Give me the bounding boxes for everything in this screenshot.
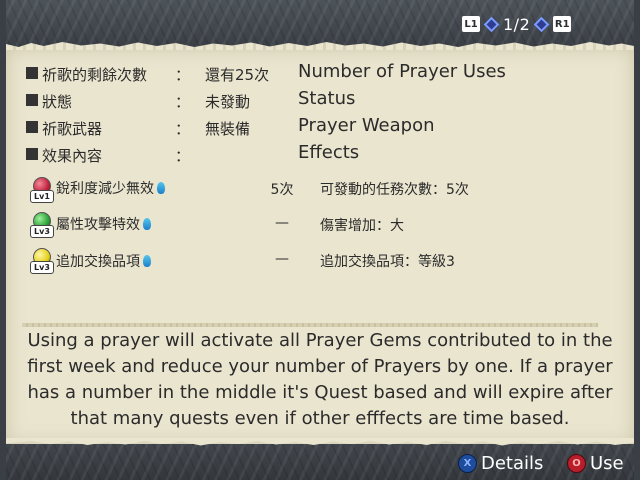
bullet-square-icon — [26, 148, 38, 160]
stone-frame-bottom — [0, 444, 640, 480]
use-label: Use — [590, 452, 624, 474]
gem-level-badge: Lv1 — [30, 190, 54, 203]
gem-value: — — [275, 251, 289, 267]
gem-value: 5次 — [270, 182, 294, 198]
status-label: 狀態 — [42, 93, 73, 111]
gem-name: 銳利度減少無效 — [56, 181, 154, 197]
gem-value: — — [275, 215, 289, 231]
prayer-uses-value: 還有25次 — [205, 66, 270, 84]
prayer-gem-icon-green: Lv3 — [30, 212, 54, 238]
prayer-gem-icon-yellow: Lv3 — [30, 248, 54, 274]
prev-page-icon[interactable] — [483, 16, 500, 32]
prayer-weapon-english: Prayer Weapon — [298, 115, 435, 136]
cross-button-icon: X — [458, 453, 477, 473]
info-row-prayer-weapon — [26, 115, 40, 139]
water-drop-icon — [143, 255, 151, 267]
gem-level-badge: Lv3 — [30, 261, 54, 274]
gem-name: 屬性攻擊特效 — [56, 217, 140, 233]
status-english: Status — [298, 88, 356, 109]
gem-level-badge: Lv3 — [30, 225, 54, 238]
stone-frame-right — [634, 0, 640, 480]
next-page-icon[interactable] — [533, 16, 550, 32]
bullet-square-icon — [26, 67, 38, 79]
effects-label: 效果內容 — [42, 147, 103, 165]
gem-effect: 可發動的任務次數：5次 — [320, 182, 469, 198]
info-row-status — [26, 88, 40, 112]
gem-effect: 追加交換品項：等級3 — [320, 254, 455, 270]
info-row-prayer-uses — [26, 61, 40, 85]
circle-button-icon: O — [567, 453, 586, 473]
gem-row-element-attack[interactable]: 屬性攻擊特效 — [56, 214, 151, 234]
divider — [22, 323, 598, 327]
gem-name: 追加交換品項 — [56, 254, 140, 270]
water-drop-icon — [143, 218, 151, 230]
gem-row-trade-items[interactable]: 追加交換品項 — [56, 251, 151, 271]
prayer-gem-icon-red: Lv1 — [30, 177, 54, 203]
gem-effect: 傷害增加：大 — [320, 218, 404, 234]
bullet-square-icon — [26, 121, 38, 133]
prayer-uses-colon: ： — [175, 66, 191, 84]
status-value: 未發動 — [205, 93, 251, 111]
description-text: Using a prayer will activate all Prayer … — [27, 330, 613, 429]
gem-row-sharpness[interactable]: 銳利度減少無效 — [56, 178, 165, 198]
page-indicator: L1 1/2 R1 — [462, 13, 572, 35]
prayer-weapon-value: 無裝備 — [205, 120, 251, 138]
page-number: 1/2 — [503, 14, 531, 34]
prayer-weapon-label: 祈歌武器 — [42, 120, 103, 138]
info-row-effects — [26, 142, 40, 166]
l1-button-icon[interactable]: L1 — [462, 16, 480, 32]
prayer-uses-english: Number of Prayer Uses — [298, 61, 506, 82]
effects-english: Effects — [298, 142, 360, 163]
prayer-uses-label: 祈歌的剩餘次數 — [42, 66, 148, 84]
bullet-square-icon — [26, 94, 38, 106]
effects-colon: ： — [175, 147, 191, 165]
details-hint[interactable]: X Details — [458, 452, 543, 474]
r1-button-icon[interactable]: R1 — [553, 16, 572, 32]
water-drop-icon — [157, 182, 165, 194]
use-hint[interactable]: O Use — [567, 452, 624, 474]
prayer-weapon-colon: ： — [175, 120, 191, 138]
details-label: Details — [481, 452, 544, 474]
status-colon: ： — [175, 93, 191, 111]
